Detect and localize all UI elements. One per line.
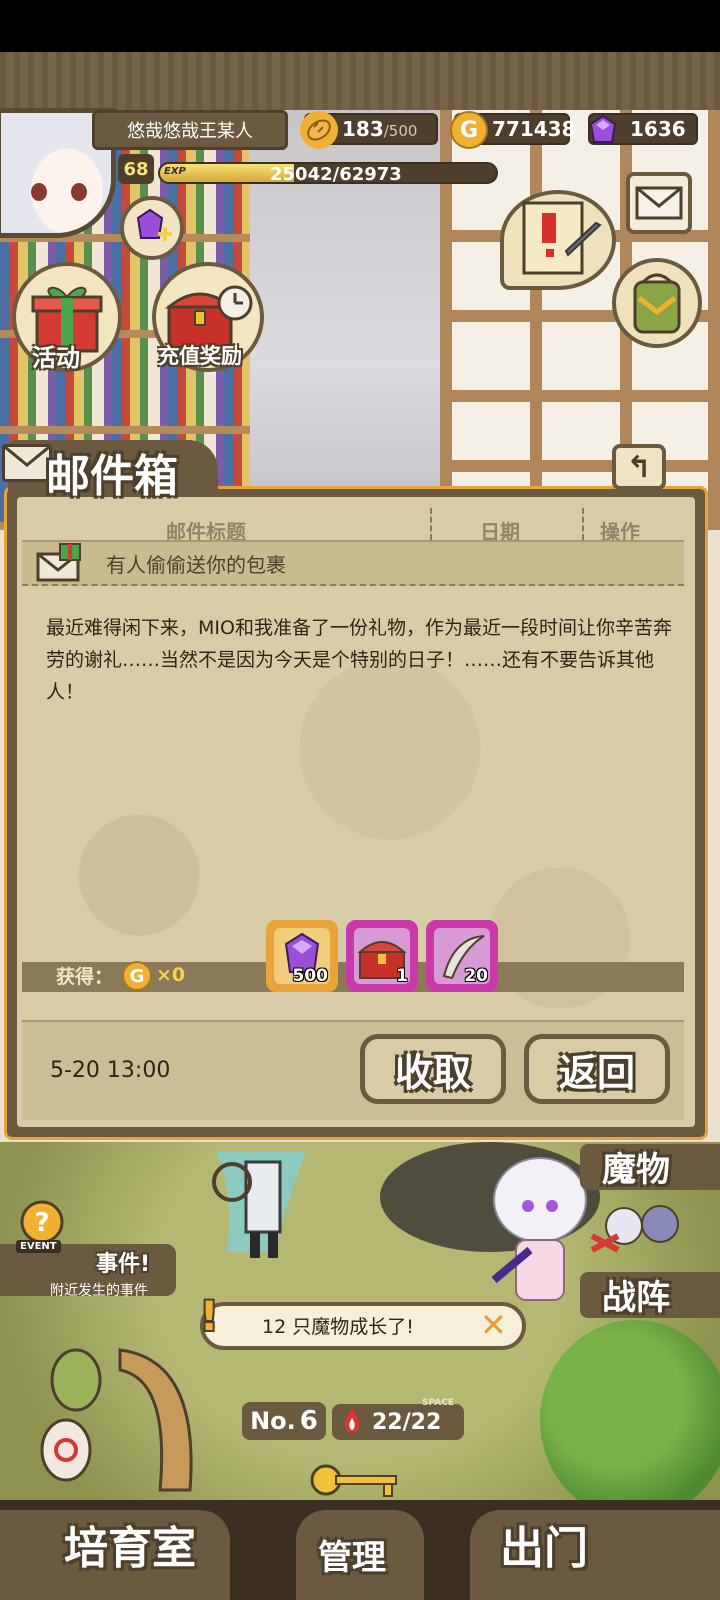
mail-table-header: 邮件标题 日期 操作 bbox=[20, 502, 686, 544]
manage-button[interactable]: 管理 bbox=[318, 1530, 386, 1579]
recharge-reward-label: 充值奖励 bbox=[158, 344, 242, 368]
nursery-eggs bbox=[10, 1340, 210, 1500]
events-label: 活动 bbox=[32, 344, 80, 372]
backpack-button[interactable] bbox=[612, 258, 702, 348]
svg-text:?: ? bbox=[34, 1208, 49, 1238]
keys-icon bbox=[310, 1464, 397, 1497]
mailbox-title: 邮件箱 bbox=[46, 451, 178, 502]
formation-monsters-icon bbox=[590, 1205, 679, 1253]
reward-item-count: 500 bbox=[292, 966, 329, 986]
avatar-eye bbox=[31, 183, 47, 201]
player-level: 68 bbox=[118, 154, 154, 184]
space-value: 22/22 bbox=[372, 1409, 442, 1435]
nursery-button[interactable]: 培育室 bbox=[64, 1512, 196, 1576]
event-subtitle: 附近发生的事件 bbox=[50, 1283, 148, 1299]
reward-item-gems[interactable]: 500 bbox=[266, 920, 338, 992]
mailbox-envelope-icon bbox=[2, 444, 52, 482]
stamina-counter: 183/500 bbox=[300, 111, 438, 149]
gift-mail-icon bbox=[36, 543, 81, 582]
space-label: SPACE bbox=[422, 1398, 454, 1408]
player-name: 悠哉悠哉王某人 bbox=[92, 110, 288, 150]
room-number-badge: No. 6 bbox=[242, 1402, 326, 1440]
mail-body: 最近难得闲下来，MIO和我准备了一份礼物，作为最近一段时间让你辛苦奔劳的谢礼……… bbox=[46, 617, 672, 703]
rewards-label: 获得： bbox=[56, 966, 114, 988]
mail-date: 5-20 13:00 bbox=[50, 1058, 171, 1083]
go-out-button[interactable]: 出门 bbox=[500, 1512, 588, 1576]
mailbox-back-button[interactable]: ↰ bbox=[612, 444, 666, 490]
growth-notice-text: 12 只魔物成长了! bbox=[262, 1316, 414, 1338]
room-number-label: No. bbox=[250, 1407, 296, 1435]
flame-icon bbox=[344, 1408, 360, 1433]
exclamation-icon: ! bbox=[200, 1294, 219, 1340]
bread-icon bbox=[300, 111, 338, 149]
event-tag: EVENT bbox=[16, 1240, 61, 1253]
mail-button[interactable] bbox=[626, 172, 692, 234]
scroll-quill-icon bbox=[522, 201, 602, 275]
gold-coin-icon: G bbox=[122, 961, 152, 991]
reward-item-chest[interactable]: 1 bbox=[346, 920, 418, 992]
stamina-value: 183 bbox=[342, 117, 384, 141]
purple-gem-icon bbox=[584, 111, 622, 149]
room-number-value: 6 bbox=[299, 1406, 318, 1436]
knight-monster-sprite[interactable] bbox=[196, 1142, 326, 1272]
backpack-icon bbox=[633, 273, 681, 334]
close-icon[interactable]: ✕ bbox=[480, 1306, 507, 1344]
envelope-icon bbox=[635, 186, 683, 220]
reward-item-claw[interactable]: 20 bbox=[426, 920, 498, 992]
ceiling-strip bbox=[0, 52, 720, 110]
gem-plus-icon bbox=[136, 208, 172, 241]
reward-gold-count: ×0 bbox=[156, 964, 186, 986]
player-name-text: 悠哉悠哉王某人 bbox=[127, 121, 253, 142]
avatar-eye bbox=[71, 183, 87, 201]
monsters-button[interactable]: 魔物 bbox=[602, 1142, 670, 1191]
reward-item-count: 1 bbox=[396, 966, 408, 986]
stamina-max: /500 bbox=[383, 122, 418, 140]
column-divider bbox=[582, 508, 584, 540]
mail-subject: 有人偷偷送你的包裹 bbox=[106, 553, 286, 577]
collect-button[interactable]: 收取 bbox=[360, 1034, 506, 1104]
gold-counter: G 771438 bbox=[450, 111, 576, 149]
event-title: 事件! bbox=[96, 1252, 151, 1277]
exp-value: 25042/62973 bbox=[270, 164, 402, 184]
question-gear-icon: ? bbox=[20, 1200, 64, 1244]
column-divider bbox=[430, 508, 432, 540]
formation-button[interactable]: 战阵 bbox=[602, 1270, 670, 1319]
reward-item-count: 20 bbox=[464, 966, 488, 986]
gold-coin-icon: G bbox=[450, 111, 488, 149]
gold-value: 771438 bbox=[492, 117, 576, 141]
gem-value: 1636 bbox=[630, 117, 686, 141]
gem-counter: 1636 bbox=[588, 113, 698, 145]
return-button[interactable]: 返回 bbox=[524, 1034, 670, 1104]
quest-scroll-button[interactable] bbox=[500, 190, 616, 290]
buy-gems-button[interactable] bbox=[120, 196, 184, 260]
exp-label: EXP bbox=[164, 166, 186, 177]
exp-bar: EXP 25042/62973 bbox=[158, 162, 498, 184]
tree-decoration bbox=[540, 1320, 720, 1520]
back-arrow-icon: ↰ bbox=[626, 449, 652, 485]
